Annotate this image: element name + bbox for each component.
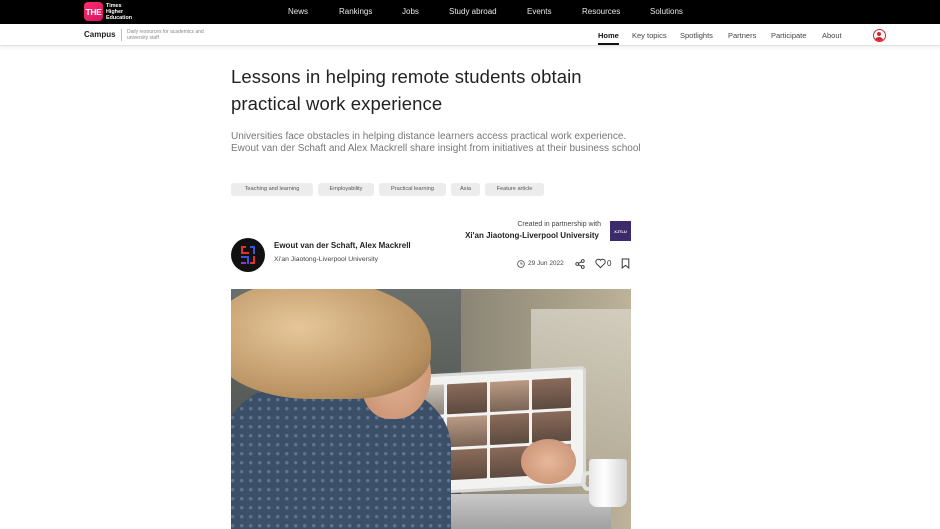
woman-hair: [231, 289, 431, 399]
campus-nav-home[interactable]: Home: [598, 31, 619, 40]
video-tile: [447, 415, 487, 448]
campus-navigation-bar: Campus Daily resources for academics and…: [0, 24, 940, 46]
campus-nav-participate[interactable]: Participate: [771, 31, 806, 40]
active-tab-underline: [598, 43, 619, 45]
share-icon[interactable]: [575, 259, 585, 269]
campus-title[interactable]: Campus: [84, 30, 116, 39]
clock-icon: [517, 260, 525, 268]
nav-events[interactable]: Events: [527, 7, 551, 16]
nav-solutions[interactable]: Solutions: [650, 7, 683, 16]
coffee-mug: [589, 459, 627, 507]
campus-nav-partners[interactable]: Partners: [728, 31, 756, 40]
nav-jobs[interactable]: Jobs: [402, 7, 419, 16]
tag-asia[interactable]: Asia: [451, 183, 480, 196]
nav-rankings[interactable]: Rankings: [339, 7, 372, 16]
top-navigation-bar: THE Times Higher Education News Rankings…: [0, 0, 940, 24]
campus-nav-spotlights[interactable]: Spotlights: [680, 31, 713, 40]
nav-news[interactable]: News: [288, 7, 308, 16]
article-hero-image: [231, 289, 631, 529]
tag-feature-article[interactable]: Feature article: [485, 183, 544, 196]
video-tile: [489, 412, 529, 446]
xjtlu-emblem-icon: [241, 246, 255, 264]
date-text: 29 Jun 2022: [528, 260, 564, 267]
campus-description: Daily resources for academics and univer…: [127, 29, 204, 41]
author-names[interactable]: Ewout van der Schaft, Alex Mackrell: [274, 241, 411, 250]
article-title: Lessons in helping remote students obtai…: [231, 66, 582, 114]
video-tile: [531, 377, 571, 410]
tag-teaching-and-learning[interactable]: Teaching and learning: [231, 183, 313, 196]
video-tile: [447, 382, 487, 415]
user-icon[interactable]: [873, 29, 886, 42]
nav-resources[interactable]: Resources: [582, 7, 620, 16]
tag-employability[interactable]: Employability: [318, 183, 374, 196]
video-tile: [489, 379, 529, 413]
article-standfirst: Universities face obstacles in helping d…: [231, 131, 641, 154]
author-institution: Xi'an Jiaotong-Liverpool University: [274, 256, 379, 263]
top-nav-links: News Rankings Jobs Study abroad Events R…: [0, 0, 940, 24]
partner-logo[interactable]: XJTLU: [610, 221, 631, 241]
campus-nav-key-topics[interactable]: Key topics: [632, 31, 667, 40]
campus-divider: [121, 29, 122, 41]
nav-study-abroad[interactable]: Study abroad: [449, 7, 497, 16]
like-count: 0: [607, 259, 612, 268]
campus-nav-about[interactable]: About: [822, 31, 842, 40]
heart-icon[interactable]: [595, 258, 606, 269]
bookmark-icon[interactable]: [621, 258, 630, 269]
partner-name[interactable]: Xi'an Jiaotong-Liverpool University: [420, 231, 599, 240]
author-avatar[interactable]: [231, 238, 265, 272]
woman-hand: [521, 439, 576, 484]
tag-practical-learning[interactable]: Practical learning: [379, 183, 446, 196]
video-tile: [447, 448, 487, 481]
partner-label: Created in partnership with: [517, 221, 601, 228]
video-tile: [531, 410, 571, 443]
